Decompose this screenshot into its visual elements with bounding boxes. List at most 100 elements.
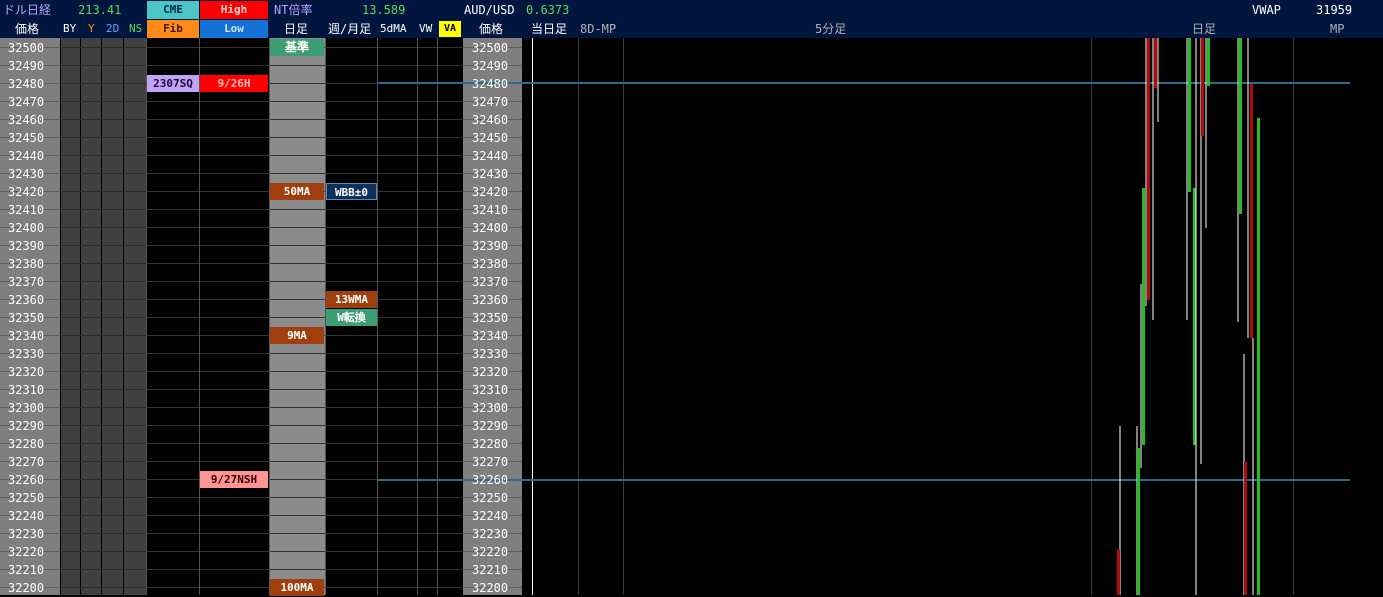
price-label-left: 32230 [8, 527, 45, 541]
col-daily-2: 日足 [1192, 22, 1217, 36]
price-label-left: 32340 [8, 329, 45, 343]
nsh-marker: 9/27NSH [200, 471, 268, 488]
vwap-label: VWAP [1252, 3, 1281, 17]
price-label-right: 32320 [472, 365, 509, 379]
va-badge: VA [439, 21, 461, 37]
price-label-right: 32240 [472, 509, 509, 523]
col-2d: 2D [106, 22, 120, 35]
price-label-left: 32210 [8, 563, 45, 577]
price-label-left: 32500 [8, 41, 45, 55]
ma100-marker: 100MA [270, 579, 324, 596]
nt-ratio-label: NT倍率 [274, 3, 313, 17]
price-label-left: 32290 [8, 419, 45, 433]
price-label-left: 32260 [8, 473, 45, 487]
audusd-value: 0.6373 [526, 3, 570, 17]
price-label-left: 32240 [8, 509, 45, 523]
price-label-left: 32310 [8, 383, 45, 397]
price-label-right: 32370 [472, 275, 509, 289]
vwap-value: 31959 [1316, 3, 1353, 17]
col-vw: VW [419, 22, 433, 35]
audusd-label: AUD/USD [464, 3, 515, 17]
col-5dma: 5dMA [380, 22, 407, 35]
price-label-right: 32500 [472, 41, 509, 55]
price-label-right: 32210 [472, 563, 509, 577]
price-label-right: 32390 [472, 239, 509, 253]
price-label-right: 32430 [472, 167, 509, 181]
col-weekly-monthly: 週/月足 [328, 22, 372, 36]
price-label-left: 32370 [8, 275, 45, 289]
col-by: BY [63, 22, 77, 35]
price-label-right: 32310 [472, 383, 509, 397]
price-label-right: 32400 [472, 221, 509, 235]
dollar-nikkei-value: 213.41 [78, 3, 122, 17]
price-label-right: 32460 [472, 113, 509, 127]
price-label-right: 32480 [472, 77, 509, 91]
price-label-right: 32250 [472, 491, 509, 505]
price-label-left: 32470 [8, 95, 45, 109]
price-label-left: 32330 [8, 347, 45, 361]
price-label-left: 32250 [8, 491, 45, 505]
price-label-left: 32400 [8, 221, 45, 235]
price-label-right: 32360 [472, 293, 509, 307]
col-y: Y [88, 22, 95, 35]
wtenkan-marker: W転換 [326, 309, 377, 326]
price-ladder-grid [0, 38, 1350, 595]
price-label-left: 32430 [8, 167, 45, 181]
price-label-right: 32270 [472, 455, 509, 469]
price-label-right: 32380 [472, 257, 509, 271]
nt-ratio-value: 13.589 [362, 3, 406, 17]
price-label-left: 32390 [8, 239, 45, 253]
price-label-right: 32300 [472, 401, 509, 415]
price-label-right: 32260 [472, 473, 509, 487]
price-label-left: 32440 [8, 149, 45, 163]
price-label-right: 32490 [472, 59, 509, 73]
price-label-right: 32350 [472, 311, 509, 325]
price-label-right: 32410 [472, 203, 509, 217]
price-label-left: 32480 [8, 77, 45, 91]
low-badge: Low [200, 20, 268, 38]
col-daily: 日足 [284, 22, 309, 36]
kijun-marker: 基準 [270, 39, 324, 56]
col-5min: 5分足 [815, 22, 847, 36]
price-label-left: 32300 [8, 401, 45, 415]
ma50-marker: 50MA [270, 183, 324, 200]
price-label-right: 32450 [472, 131, 509, 145]
price-label-left: 32270 [8, 455, 45, 469]
price-label-left: 32280 [8, 437, 45, 451]
price-label-left: 32200 [8, 581, 45, 595]
high-badge: High [200, 1, 268, 19]
price-label-right: 32470 [472, 95, 509, 109]
w13ma-marker: 13WMA [326, 291, 377, 308]
price-label-left: 32320 [8, 365, 45, 379]
title-label: ドル日経 [3, 3, 52, 17]
col-ns: NS [129, 22, 143, 35]
col-price-2: 価格 [479, 22, 504, 36]
candles [1117, 38, 1260, 595]
price-label-left: 32420 [8, 185, 45, 199]
price-label-right: 32330 [472, 347, 509, 361]
price-label-left: 32410 [8, 203, 45, 217]
price-label-right: 32220 [472, 545, 509, 559]
price-label-right: 32230 [472, 527, 509, 541]
price-label-left: 32460 [8, 113, 45, 127]
ma9-marker: 9MA [270, 327, 324, 344]
price-label-left: 32380 [8, 257, 45, 271]
price-label-left: 32490 [8, 59, 45, 73]
header-bar-columns: 価格 BY Y 2D NS Fib Low 日足 週/月足 5dMA VW VA… [0, 20, 1383, 38]
fib-badge: Fib [147, 20, 199, 38]
price-label-right: 32420 [472, 185, 509, 199]
price-label-left: 32220 [8, 545, 45, 559]
price-label-right: 32200 [472, 581, 509, 595]
price-label-left: 32450 [8, 131, 45, 145]
price-label-right: 32280 [472, 437, 509, 451]
col-today: 当日足 [531, 22, 568, 36]
cme-badge: CME [147, 1, 199, 19]
sq-marker: 2307SQ [147, 75, 199, 92]
price-label-left: 32360 [8, 293, 45, 307]
price-label-right: 32440 [472, 149, 509, 163]
wbb-marker: WBB±0 [326, 183, 377, 200]
header-bar-top: ドル日経 213.41 CME High NT倍率 13.589 AUD/USD… [0, 0, 1383, 20]
col-8d-mp: 8D-MP [580, 22, 617, 36]
price-label-right: 32290 [472, 419, 509, 433]
col-mp: MP [1330, 22, 1345, 36]
